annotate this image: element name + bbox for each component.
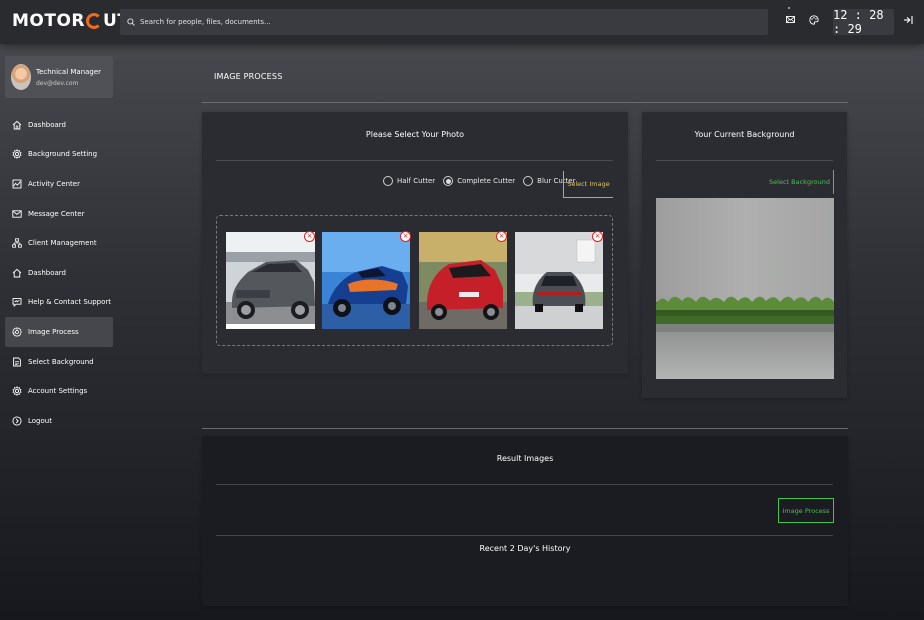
remove-image-3-icon[interactable]: × (496, 231, 507, 242)
sidebar-item-dashboard[interactable]: Dashboard (5, 110, 113, 140)
sidebar-item-label: Account Settings (28, 387, 88, 396)
sidebar-item-help-contact-support[interactable]: Help & Contact Support (5, 288, 113, 318)
sidebar-item-label: Dashboard (28, 120, 66, 129)
background-preview (656, 198, 834, 379)
profile-email: dev@dev.com (36, 80, 79, 87)
history-title: Recent 2 Day's History (479, 544, 571, 553)
exit-icon[interactable] (903, 15, 913, 25)
car-thumbnail-3[interactable] (419, 232, 508, 329)
sidebar-item-image-process[interactable]: Image Process (5, 317, 113, 347)
select-background-button[interactable]: Select Background (766, 170, 834, 194)
logout-icon (12, 416, 22, 426)
hierarchy-icon (12, 238, 22, 248)
section-divider (202, 428, 848, 429)
page-title: IMAGE PROCESS (214, 72, 283, 81)
radio-complete-cutter[interactable] (443, 176, 454, 186)
header-divider (202, 102, 848, 103)
sidebar-item-label: Message Center (28, 209, 85, 218)
background-divider (656, 160, 833, 161)
cutter-options: Half Cutter Complete Cutter Blur Cutter (383, 176, 583, 186)
gear-icon (12, 149, 22, 160)
sidebar-item-label: Dashboard (28, 268, 66, 277)
search-bar[interactable] (120, 9, 768, 35)
radio-half-cutter[interactable] (383, 176, 393, 186)
remove-image-4-icon[interactable]: × (592, 231, 603, 242)
car-image-grey-coupe-rear (515, 232, 603, 329)
sidebar-item-label: Help & Contact Support (28, 298, 111, 307)
remove-image-2-icon[interactable]: × (400, 231, 411, 242)
sidebar-item-background-setting[interactable]: Background Setting (5, 140, 113, 170)
image-process-button[interactable]: Image Process (778, 498, 834, 523)
car-image-blue-race-car (322, 232, 410, 329)
home-icon (12, 120, 22, 130)
activity-icon (12, 179, 22, 189)
sidebar-item-label: Logout (28, 416, 52, 425)
clock-display: 12 : 28 : 29 (833, 8, 894, 36)
gear-icon (12, 386, 22, 397)
mail-icon (12, 209, 22, 218)
radio-blur-cutter[interactable] (523, 176, 534, 186)
result-divider (216, 484, 833, 485)
sidebar-item-account-settings[interactable]: Account Settings (5, 376, 113, 406)
image-process-icon (12, 327, 22, 337)
help-icon (12, 298, 22, 308)
result-images-title: Result Images (496, 454, 554, 463)
mail-icon[interactable] (786, 15, 795, 24)
home-icon (12, 268, 22, 278)
select-photo-title: Please Select Your Photo (365, 130, 465, 139)
background-image-hedge-wall (656, 198, 834, 379)
select-photo-divider (216, 160, 613, 161)
car-image-red-hatchback (419, 232, 507, 329)
sidebar-item-dashboard-2[interactable]: Dashboard (5, 258, 113, 288)
sidebar-item-message-center[interactable]: Message Center (5, 199, 113, 229)
sidebar-item-activity-center[interactable]: Activity Center (5, 169, 113, 199)
option-complete-cutter[interactable]: Complete Cutter (443, 176, 515, 186)
notification-dot (788, 7, 790, 9)
search-input[interactable] (140, 18, 740, 26)
sidebar-item-label: Image Process (28, 327, 79, 336)
background-title: Your Current Background (694, 130, 795, 139)
car-thumbnail-2[interactable] (322, 232, 411, 329)
option-half-cutter[interactable]: Half Cutter (383, 176, 435, 186)
select-background-icon (13, 357, 21, 366)
logo-text-left: MOTOR (12, 11, 86, 31)
sidebar-item-label: Activity Center (28, 179, 80, 188)
car-thumbnail-4[interactable] (515, 232, 604, 329)
sidebar-item-client-management[interactable]: Client Management (5, 228, 113, 258)
avatar (11, 64, 31, 90)
select-image-button[interactable]: Select Image (563, 171, 613, 198)
car-thumbnail-1[interactable] (226, 232, 315, 329)
top-bar: MOTORUT 12 : 28 : 29 (0, 0, 924, 44)
sidebar-item-label: Background Setting (28, 150, 98, 159)
remove-image-1-icon[interactable]: × (304, 231, 315, 242)
option-label: Complete Cutter (457, 177, 516, 185)
palette-icon[interactable] (809, 15, 819, 25)
logo-ring-icon (86, 13, 103, 29)
user-profile-card[interactable]: Technical Manager dev@dev.com (5, 56, 113, 98)
history-divider (216, 535, 833, 536)
option-label: Half Cutter (397, 177, 436, 185)
car-image-grey-hatchback (226, 232, 315, 329)
app-logo[interactable]: MOTOR UT (12, 11, 129, 31)
sidebar-item-logout[interactable]: Logout (5, 406, 113, 436)
sidebar-item-label: Client Management (28, 239, 97, 248)
search-icon (127, 18, 135, 26)
sidebar-nav: Dashboard Background Setting Activity Ce… (5, 110, 113, 436)
sidebar-item-label: Select Background (28, 357, 94, 366)
sidebar-item-select-background[interactable]: Select Background (5, 347, 113, 377)
profile-name: Technical Manager (36, 68, 102, 76)
